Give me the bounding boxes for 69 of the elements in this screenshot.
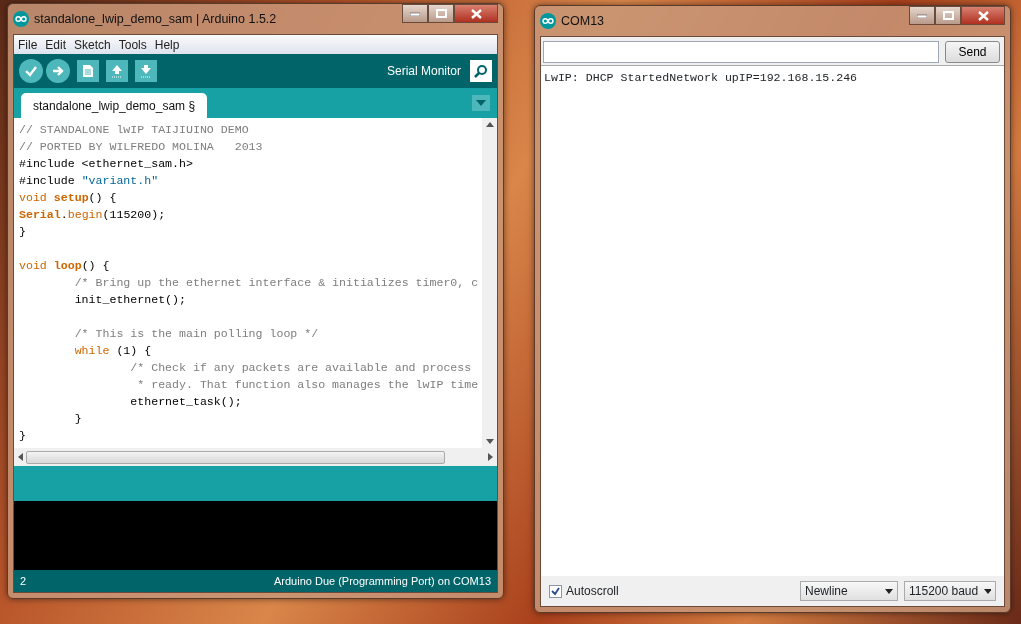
document-icon [82,64,94,78]
code-line: void loop() { [19,258,111,274]
vertical-scrollbar[interactable] [482,118,497,448]
window-title: standalone_lwip_demo_sam | Arduino 1.5.2 [34,10,277,28]
sketch-tab[interactable]: standalone_lwip_demo_sam § [21,93,208,118]
send-button[interactable]: Send [945,41,1000,63]
code-line: } [19,224,27,240]
tab-menu-button[interactable] [472,95,490,111]
line-ending-dropdown[interactable]: Newline [800,581,898,601]
close-icon [977,10,989,21]
code-line: } [19,428,27,444]
checkmark-icon [24,64,38,78]
maximize-icon [942,11,954,20]
minimize-icon [917,13,927,18]
close-button[interactable] [961,6,1005,25]
code-line: Serial.begin(115200); [19,207,167,223]
caret-icon [885,588,893,594]
maximize-button[interactable] [428,4,454,23]
right-arrow-icon [51,64,65,78]
menu-item[interactable]: Sketch [74,35,111,54]
verify-button[interactable] [19,59,43,83]
menu-item[interactable]: Help [154,35,180,54]
code-line: * ready. That function also manages the lwIP time [136,377,480,393]
dropdown-triangle-icon [476,100,486,106]
scrollbar-thumb[interactable] [26,450,445,464]
close-icon [470,8,482,19]
serial-input-field[interactable] [543,41,939,63]
code-line: #include <ethernet_sam.h> [19,156,194,172]
autoscroll-label: Autoscroll [566,583,619,600]
app-logo-icon [13,11,29,27]
board-info: Arduino Due (Programming Port) on COM13 [273,573,491,589]
serial-monitor-label: Serial Monitor [386,63,461,80]
code-line: /* This is the main polling loop */ [73,326,320,342]
code-line: #include "variant.h" [19,173,160,189]
magnifier-icon [473,64,489,78]
serial-monitor-button[interactable] [470,60,492,82]
code-line: /* Check if any packets are available and process [129,360,473,376]
close-button[interactable] [454,4,498,23]
minimize-button[interactable] [402,4,428,23]
down-arrow-icon [140,64,152,78]
code-line: ethernet_task(); [129,394,243,410]
line-number: 2 [20,573,27,589]
caret-icon [984,588,991,594]
menu-item[interactable]: File [18,35,38,54]
code-line: } [73,411,83,427]
maximize-icon [435,9,447,18]
code-line: // STANDALONE lwIP TAIJIUINO DEMO [19,122,250,138]
minimize-icon [410,11,420,16]
baud-rate-dropdown[interactable]: 115200 baud [904,581,996,601]
code-line: // PORTED BY WILFREDO MOLINA 2013 [19,139,264,155]
output-line: LwIP: DHCP StartedNetwork upIP=192.168.15.246 [544,70,859,86]
scroll-up-icon[interactable] [485,122,494,127]
upload-button[interactable] [46,59,70,83]
code-line: while (1) { [73,343,153,359]
window-title: COM13 [561,12,605,30]
menu-item[interactable]: Edit [45,35,67,54]
app-logo-icon [540,13,556,29]
minimize-button[interactable] [909,6,935,25]
scroll-right-icon[interactable] [488,453,493,461]
scroll-left-icon[interactable] [18,453,23,461]
horizontal-scrollbar[interactable] [14,448,497,466]
autoscroll-checkbox[interactable] [549,584,562,598]
up-arrow-icon [111,64,123,78]
menu-item[interactable]: Tools [118,35,147,54]
maximize-button[interactable] [935,6,961,25]
code-line: /* Bring up the ethernet interface & initializes timer0, c [73,275,480,291]
code-line: init_ethernet(); [73,292,187,308]
code-line: void setup() { [19,190,118,206]
scroll-down-icon[interactable] [485,439,494,444]
